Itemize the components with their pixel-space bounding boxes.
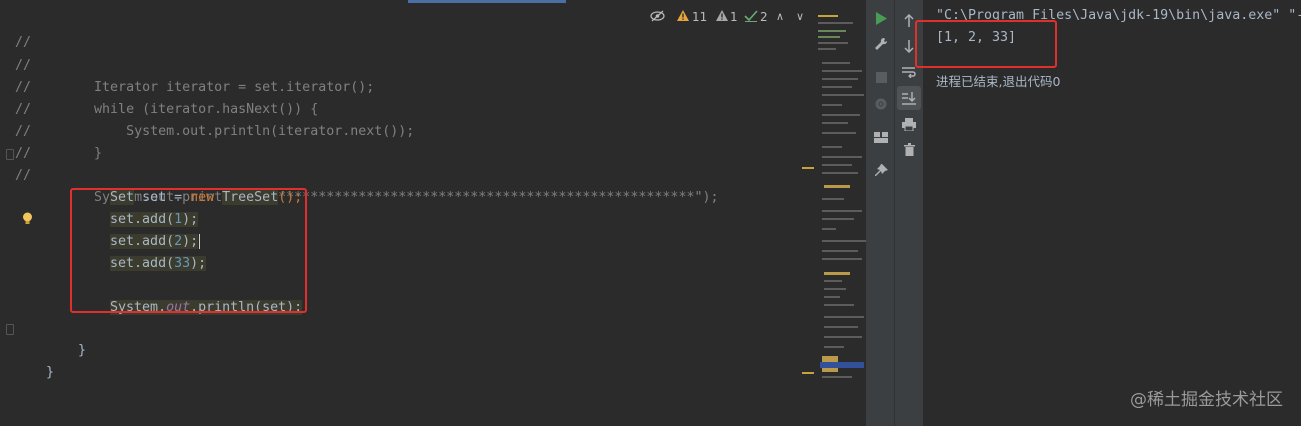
code-minimap[interactable] (816, 0, 866, 426)
print-icon[interactable] (899, 114, 919, 134)
comment-text: } (30, 146, 103, 161)
minimap-line (824, 296, 840, 298)
next-highlight-button[interactable]: ∨ (796, 10, 804, 23)
comment-marker: // (15, 168, 32, 183)
minimap-line (822, 122, 848, 124)
minimap-line (822, 94, 864, 96)
minimap-line (822, 218, 854, 220)
weak-warnings-count[interactable]: 1 (730, 10, 738, 24)
minimap-line (824, 336, 862, 338)
watermark: @稀土掘金技术社区 (1130, 390, 1283, 410)
minimap-line (822, 250, 858, 252)
warning-stripe (802, 167, 814, 169)
minimap-line (824, 280, 842, 282)
minimap-line (822, 132, 856, 134)
annotation-box-code (70, 188, 307, 313)
comment-text: System.out.println(iterator.next()); (30, 124, 415, 139)
fold-marker-icon[interactable] (6, 324, 14, 335)
editor-tab-indicator (408, 0, 566, 3)
run-toolbar (867, 0, 894, 426)
annotation-box-output (915, 20, 1057, 68)
inspection-widget[interactable]: 11 1 2 ∧ ∨ (648, 8, 816, 28)
code-editor[interactable]: 11 1 2 ∧ ∨ // // Iterator iterator = set… (0, 0, 816, 426)
typos-count[interactable]: 2 (760, 10, 768, 24)
minimap-line (822, 156, 862, 158)
minimap-line (822, 70, 862, 72)
previous-highlight-button[interactable]: ∧ (776, 10, 784, 23)
minimap-line (818, 15, 838, 17)
minimap-line (822, 86, 852, 88)
minimap-line (822, 104, 842, 106)
minimap-line (818, 22, 853, 24)
minimap-line (818, 36, 840, 38)
code-line: Set set = new TreeSet(); (78, 165, 302, 205)
minimap-line (822, 114, 860, 116)
pin-icon[interactable] (871, 160, 891, 180)
code-line: // System.out.println("*****************… (0, 143, 718, 205)
code-line: // (0, 121, 32, 161)
comment-text: while (iterator.hasNext()) { (30, 102, 319, 117)
warning-stripe (802, 372, 814, 374)
minimap-line (822, 62, 850, 64)
eye-crossed-icon[interactable] (650, 10, 665, 25)
warnings-count[interactable]: 11 (692, 10, 707, 24)
scroll-to-end-icon[interactable] (897, 86, 921, 110)
minimap-line (824, 304, 854, 306)
code-line: } (14, 340, 54, 380)
minimap-line (818, 42, 848, 44)
weak-warning-icon (716, 10, 728, 24)
console-exit-message: 进程已结束,退出代码0 (936, 74, 1061, 89)
minimap-line (818, 30, 846, 32)
minimap-line (822, 228, 836, 230)
minimap-highlight (824, 272, 850, 275)
intention-bulb-icon[interactable] (22, 210, 33, 224)
minimap-line (822, 172, 858, 174)
code-line: // (0, 10, 32, 50)
minimap-line (822, 210, 862, 212)
minimap-line (822, 258, 862, 260)
layout-icon[interactable] (871, 127, 891, 147)
code-line: } (46, 318, 86, 358)
code-line: // while (iterator.hasNext()) { (0, 55, 318, 117)
debug-gear-icon[interactable] (871, 94, 891, 114)
wrench-icon[interactable] (871, 34, 891, 54)
minimap-highlight (824, 185, 850, 188)
comment-text: Iterator iterator = set.iterator(); (30, 80, 375, 95)
minimap-line (824, 316, 864, 318)
minimap-line (818, 48, 836, 50)
brace-token: } (46, 365, 55, 380)
minimap-line (822, 78, 858, 80)
rerun-icon[interactable] (871, 8, 891, 28)
minimap-line (824, 288, 846, 290)
code-line: // } (0, 99, 102, 161)
minimap-line (822, 240, 866, 242)
minimap-line (822, 198, 844, 200)
brace-token: } (78, 343, 87, 358)
trash-icon[interactable] (899, 139, 919, 159)
run-console[interactable]: "C:\Program Files\Java\jdk-19\bin\java.e… (915, 0, 1301, 426)
stop-icon[interactable] (871, 67, 891, 87)
minimap-line (824, 326, 858, 328)
minimap-line (822, 146, 842, 148)
typo-check-icon (744, 10, 758, 25)
minimap-line (822, 376, 852, 378)
code-line: // Iterator iterator = set.iterator(); (0, 33, 374, 95)
minimap-line (824, 346, 844, 348)
minimap-viewport (820, 362, 864, 368)
minimap-line (822, 164, 852, 166)
warning-icon (677, 10, 689, 24)
code-line: // System.out.println(iterator.next()); (0, 77, 414, 139)
